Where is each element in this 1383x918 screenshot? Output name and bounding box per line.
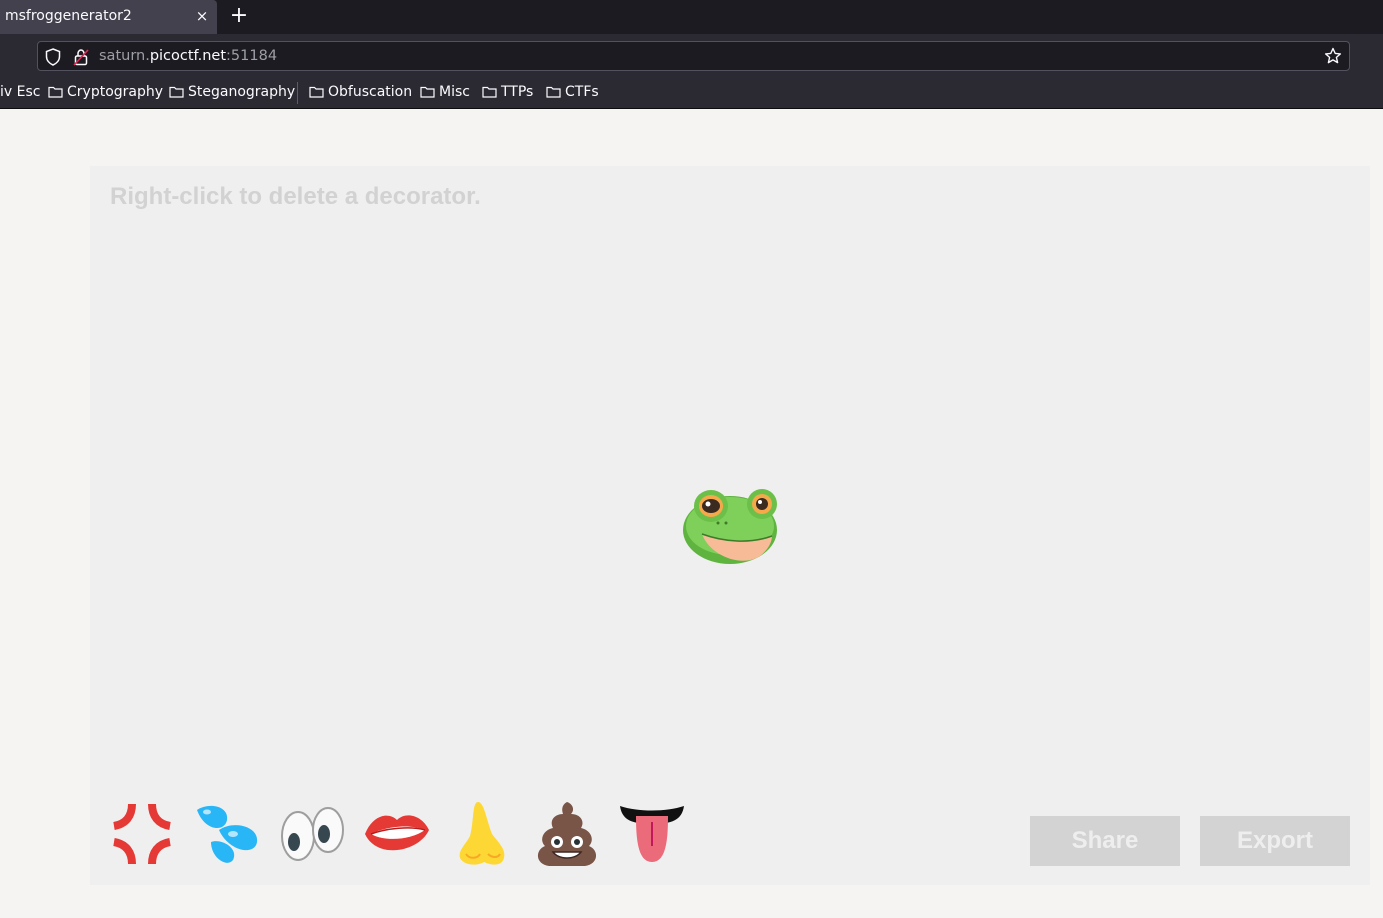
tongue-icon[interactable] [618, 800, 686, 868]
export-button[interactable]: Export [1200, 816, 1350, 866]
page-body: Right-click to delete a decorator. Share… [0, 109, 1383, 918]
sweat-droplets-icon[interactable] [193, 800, 261, 868]
folder-icon [546, 86, 561, 98]
bookmark-label: Obfuscation [328, 84, 413, 100]
insecure-lock-icon[interactable] [73, 48, 89, 66]
bookmarks-bar: iv Esc Cryptography Steganography Obfusc… [0, 76, 1383, 109]
bookmark-label: CTFs [565, 84, 599, 100]
bookmarks-separator [297, 82, 298, 104]
nose-icon[interactable] [448, 800, 516, 868]
bookmark-folder-cryptography[interactable]: Cryptography [48, 84, 163, 100]
bookmark-label: Misc [439, 84, 470, 100]
frog-face[interactable] [680, 480, 780, 572]
poop-icon[interactable] [533, 800, 601, 868]
bookmark-folder-ctfs[interactable]: CTFs [546, 84, 599, 100]
new-tab-icon[interactable]: + [228, 4, 250, 28]
eyes-icon[interactable] [278, 800, 346, 868]
nav-bar: saturn.picoctf.net:51184 [0, 34, 1383, 76]
bookmark-folder-ttps[interactable]: TTPs [482, 84, 533, 100]
folder-icon [169, 86, 184, 98]
folder-icon [48, 86, 63, 98]
url-bar[interactable]: saturn.picoctf.net:51184 [37, 41, 1350, 71]
close-tab-icon[interactable]: × [194, 6, 210, 26]
shield-icon[interactable] [45, 48, 61, 66]
bookmark-folder-steganography[interactable]: Steganography [169, 84, 295, 100]
url-port: :51184 [226, 48, 278, 64]
lips-icon[interactable] [363, 800, 431, 868]
frog-canvas[interactable]: Right-click to delete a decorator. Share… [90, 166, 1370, 885]
bookmark-star-icon[interactable] [1324, 47, 1342, 65]
folder-icon [482, 86, 497, 98]
bookmark-folder-obfuscation[interactable]: Obfuscation [309, 84, 412, 100]
bookmark-label: Steganography [188, 84, 296, 100]
folder-icon [309, 86, 324, 98]
bookmark-folder-priv-esc[interactable]: iv Esc [0, 84, 40, 100]
bookmark-label: TTPs [501, 84, 534, 100]
url-text[interactable]: saturn.picoctf.net:51184 [99, 48, 277, 64]
tab-bar: msfroggenerator2 × + [0, 0, 1383, 34]
share-button[interactable]: Share [1030, 816, 1180, 866]
folder-icon [420, 86, 435, 98]
anger-icon[interactable] [108, 800, 176, 868]
tab-title: msfroggenerator2 [5, 8, 132, 24]
hint-text: Right-click to delete a decorator. [110, 183, 481, 210]
bookmark-folder-misc[interactable]: Misc [420, 84, 470, 100]
tab-msfroggenerator2[interactable]: msfroggenerator2 × [0, 0, 217, 34]
url-subdomain: saturn. [99, 48, 150, 64]
bookmark-label: iv Esc [0, 84, 41, 100]
bookmark-label: Cryptography [67, 84, 164, 100]
url-host: picoctf.net [149, 48, 227, 64]
